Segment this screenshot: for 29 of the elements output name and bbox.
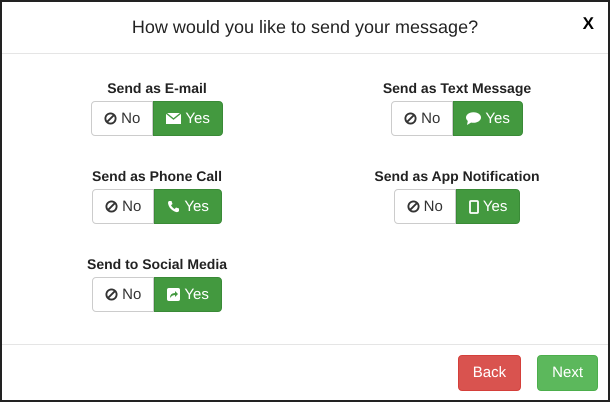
- option-label: Send as App Notification: [374, 168, 540, 184]
- option-label: Send as Phone Call: [92, 168, 222, 184]
- share-icon: [167, 288, 180, 302]
- ban-icon: [404, 112, 418, 126]
- no-toggle[interactable]: No: [92, 277, 154, 312]
- no-toggle[interactable]: No: [394, 189, 456, 224]
- option-label: Send to Social Media: [86, 256, 228, 272]
- no-toggle[interactable]: No: [92, 189, 154, 224]
- ban-icon: [105, 200, 118, 214]
- no-toggle[interactable]: No: [91, 101, 154, 136]
- no-toggle[interactable]: No: [391, 101, 454, 136]
- yes-toggle[interactable]: Yes: [453, 101, 523, 136]
- speech-bubble-icon: [466, 112, 482, 126]
- ban-icon: [105, 288, 118, 302]
- close-button[interactable]: X: [578, 12, 598, 36]
- envelope-icon: [166, 113, 182, 124]
- yes-toggle[interactable]: Yes: [153, 101, 223, 136]
- yes-toggle[interactable]: Yes: [154, 277, 222, 312]
- next-button[interactable]: Next: [537, 354, 598, 391]
- ban-icon: [104, 112, 118, 126]
- phone-icon: [167, 200, 180, 214]
- dialog-title: How would you like to send your message?: [132, 17, 478, 38]
- option-label: Send as Text Message: [382, 80, 532, 96]
- option-label: Send as E-mail: [107, 80, 207, 96]
- mobile-icon: [468, 200, 479, 214]
- yes-toggle[interactable]: Yes: [154, 189, 222, 224]
- ban-icon: [406, 200, 420, 214]
- back-button[interactable]: Back: [458, 354, 522, 391]
- yes-toggle[interactable]: Yes: [456, 189, 520, 224]
